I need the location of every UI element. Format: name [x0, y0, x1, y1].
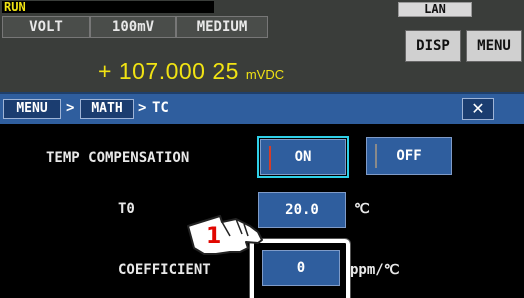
- run-indicator: RUN: [2, 1, 214, 13]
- reading-value: + 107.000 25: [98, 58, 239, 84]
- temp-compensation-label: TEMP COMPENSATION: [46, 150, 190, 166]
- t0-label: T0: [118, 201, 135, 217]
- disp-button[interactable]: DISP: [405, 30, 461, 62]
- off-button[interactable]: OFF: [366, 137, 452, 175]
- range-indicator[interactable]: 100mV: [90, 16, 176, 38]
- measurement-reading: + 107.000 25 mVDC: [98, 58, 284, 85]
- coefficient-unit: ppm/℃: [350, 262, 400, 278]
- close-icon: ✕: [471, 99, 485, 118]
- pointing-finger-icon: [187, 215, 263, 255]
- close-button[interactable]: ✕: [462, 98, 494, 120]
- step-number: 1: [206, 224, 222, 249]
- speed-indicator[interactable]: MEDIUM: [176, 16, 268, 38]
- t0-field[interactable]: 20.0: [258, 192, 346, 228]
- breadcrumb-separator: >: [66, 100, 75, 116]
- breadcrumb-menu[interactable]: MENU: [3, 99, 61, 119]
- breadcrumb-math[interactable]: MATH: [80, 99, 134, 119]
- breadcrumb-current: TC: [152, 100, 169, 116]
- function-indicator[interactable]: VOLT: [2, 16, 90, 38]
- lan-indicator: LAN: [398, 2, 472, 17]
- coefficient-label: COEFFICIENT: [118, 262, 211, 278]
- menu-button[interactable]: MENU: [466, 30, 522, 62]
- on-button[interactable]: ON: [257, 136, 349, 178]
- breadcrumb: MENU > MATH > TC ✕: [0, 92, 524, 124]
- t0-unit: ℃: [354, 201, 370, 217]
- measurement-settings: VOLT 100mV MEDIUM: [2, 16, 268, 38]
- instrument-screen: RUN LAN VOLT 100mV MEDIUM DISP MENU + 10…: [0, 0, 524, 298]
- status-header: RUN LAN VOLT 100mV MEDIUM DISP MENU + 10…: [0, 0, 524, 92]
- breadcrumb-separator: >: [138, 100, 147, 116]
- reading-unit: mVDC: [245, 67, 285, 82]
